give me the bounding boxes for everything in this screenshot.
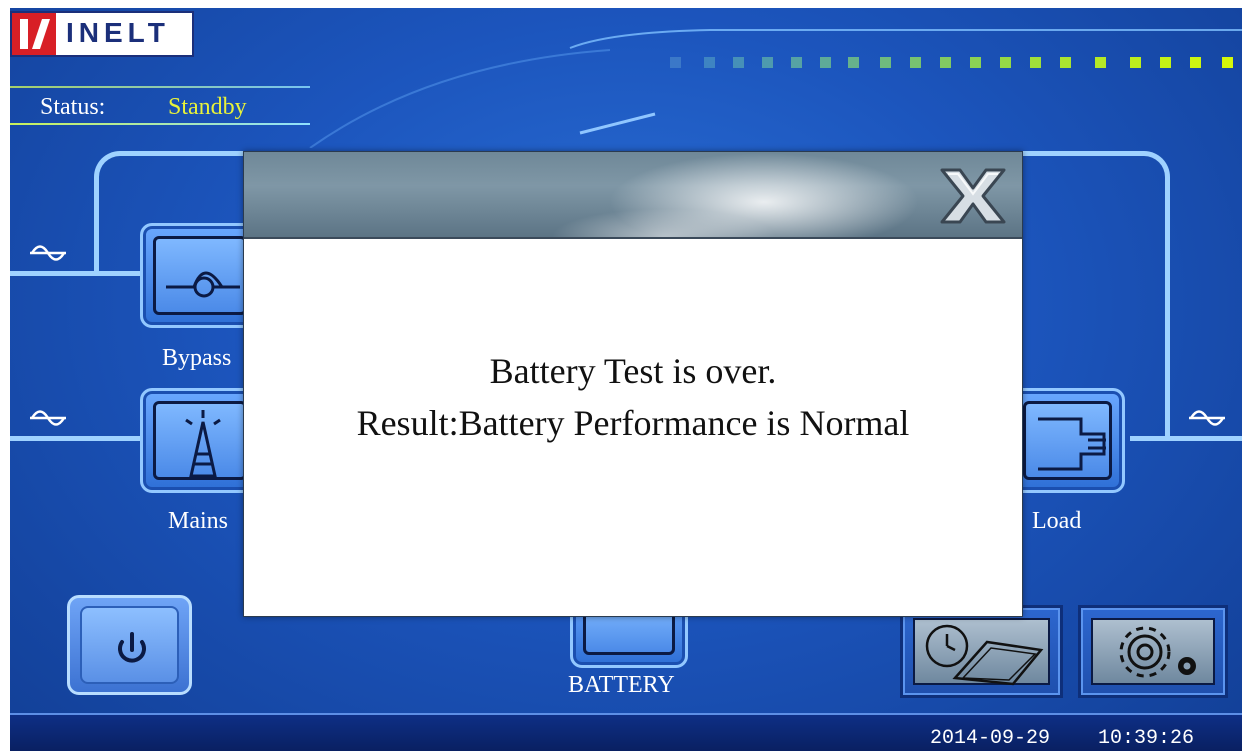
mains-button[interactable] [140, 388, 260, 493]
dialog-message-line2: Result:Battery Performance is Normal [356, 403, 910, 443]
battery-label: BATTERY [568, 672, 675, 698]
gears-icon [1091, 618, 1215, 685]
status-divider-top [10, 86, 310, 88]
mains-sine-wave-icon [28, 403, 68, 439]
power-button[interactable] [67, 595, 192, 695]
brand-name: INELT [66, 17, 170, 48]
status-bar: 2014-09-29 10:39:26 [10, 713, 1242, 751]
screen: INELT Status: Standby Bypass Mains Load … [0, 0, 1244, 751]
logo-mark [12, 13, 56, 55]
header-decoration [309, 29, 1242, 148]
time-display: 10:39:26 [1098, 727, 1195, 750]
bypass-sine-wave-icon [28, 238, 68, 274]
bypass-label: Bypass [162, 345, 232, 371]
date-display: 2014-09-29 [930, 727, 1051, 750]
power-icon [80, 606, 179, 684]
ups-panel: INELT Status: Standby Bypass Mains Load … [10, 8, 1242, 751]
bypass-switch-icon [153, 236, 247, 315]
clock-log-icon [913, 618, 1050, 686]
mains-label: Mains [168, 508, 228, 534]
battery-test-dialog: Battery Test is over. Result:Battery Per… [243, 151, 1023, 617]
brand-logo: INELT [10, 11, 194, 57]
close-x-icon [940, 168, 1006, 224]
bypass-button[interactable] [140, 223, 260, 328]
close-button[interactable] [938, 164, 1008, 228]
load-label: Load [1032, 508, 1082, 534]
status-divider-bottom [10, 123, 310, 125]
power-tower-icon [153, 401, 247, 480]
history-log-button[interactable] [900, 605, 1063, 698]
settings-button[interactable] [1078, 605, 1228, 698]
load-button[interactable] [1010, 388, 1125, 493]
dialog-message-line1: Battery Test is over. [489, 351, 777, 391]
output-sine-wave-icon [1187, 403, 1227, 439]
status-label: Status: [40, 94, 106, 120]
status-value: Standby [168, 94, 247, 120]
dialog-titlebar [244, 152, 1022, 239]
load-outlet-icon [1023, 401, 1112, 480]
